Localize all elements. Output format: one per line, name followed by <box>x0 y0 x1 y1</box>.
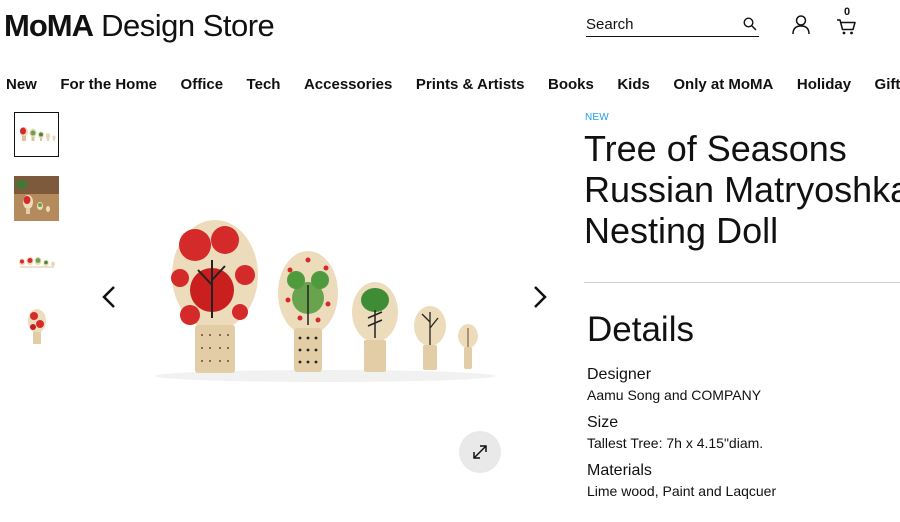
spec-label: Designer <box>587 366 652 383</box>
cart-icon <box>837 19 856 35</box>
search-input[interactable] <box>586 14 736 34</box>
cart-count: 0 <box>844 6 851 18</box>
nav-item-kids[interactable]: Kids <box>617 76 650 93</box>
thumbnail-3[interactable] <box>14 240 59 285</box>
thumbnail-list <box>14 112 59 368</box>
spec-size: Size Tallest Tree: 7h x 4.15"diam. <box>587 413 763 452</box>
thumbnail-2[interactable] <box>14 176 59 221</box>
nav-item-gifts[interactable]: Gifts <box>875 76 900 93</box>
product-title-line: Nesting Doll <box>584 210 779 251</box>
product-title: Tree of Seasons Russian Matryoshka Nesti… <box>584 128 900 251</box>
thumbnail-4[interactable] <box>14 304 59 349</box>
thumbnail-1[interactable] <box>14 112 59 157</box>
nav-item-for-the-home[interactable]: For the Home <box>60 76 157 93</box>
new-badge: NEW <box>585 112 609 123</box>
nav-item-books[interactable]: Books <box>548 76 594 93</box>
spec-materials: Materials Lime wood, Paint and Laqcuer <box>587 461 776 500</box>
spec-value: Lime wood, Paint and Laqcuer <box>587 483 777 499</box>
nav-item-tech[interactable]: Tech <box>247 76 281 93</box>
nav-item-new[interactable]: New <box>6 76 37 93</box>
expand-icon <box>473 445 487 459</box>
product-title-line: Tree of Seasons <box>584 128 847 169</box>
product-image[interactable] <box>150 200 500 390</box>
nav-item-only-at-moma[interactable]: Only at MoMA <box>673 76 773 93</box>
spec-label: Size <box>587 414 619 431</box>
nav-item-office[interactable]: Office <box>181 76 224 93</box>
product-title-line: Russian Matryoshka <box>584 169 900 210</box>
spec-value: Aamu Song and COMPANY <box>587 387 762 403</box>
chevron-right-icon[interactable] <box>532 285 548 314</box>
store-logo[interactable]: MoMA Design Store <box>4 8 275 44</box>
nav-item-holiday[interactable]: Holiday <box>797 76 851 93</box>
logo-moma: MoMA <box>4 8 94 43</box>
search-icon[interactable] <box>743 17 757 36</box>
nav-item-prints-artists[interactable]: Prints & Artists <box>416 76 525 93</box>
logo-design-store: Design Store <box>92 8 275 43</box>
search-bar <box>586 14 759 37</box>
divider <box>584 282 900 283</box>
spec-value: Tallest Tree: 7h x 4.15"diam. <box>587 435 764 451</box>
spec-label: Materials <box>587 462 652 479</box>
cart-button[interactable]: 0 <box>836 6 858 36</box>
spec-designer: Designer Aamu Song and COMPANY <box>587 365 761 404</box>
chevron-left-icon[interactable] <box>101 285 117 314</box>
nav-item-accessories[interactable]: Accessories <box>304 76 392 93</box>
details-heading: Details <box>587 310 694 349</box>
expand-image-button[interactable] <box>459 431 501 473</box>
user-icon[interactable] <box>792 15 810 40</box>
main-nav: New For the Home Office Tech Accessories… <box>6 76 900 93</box>
